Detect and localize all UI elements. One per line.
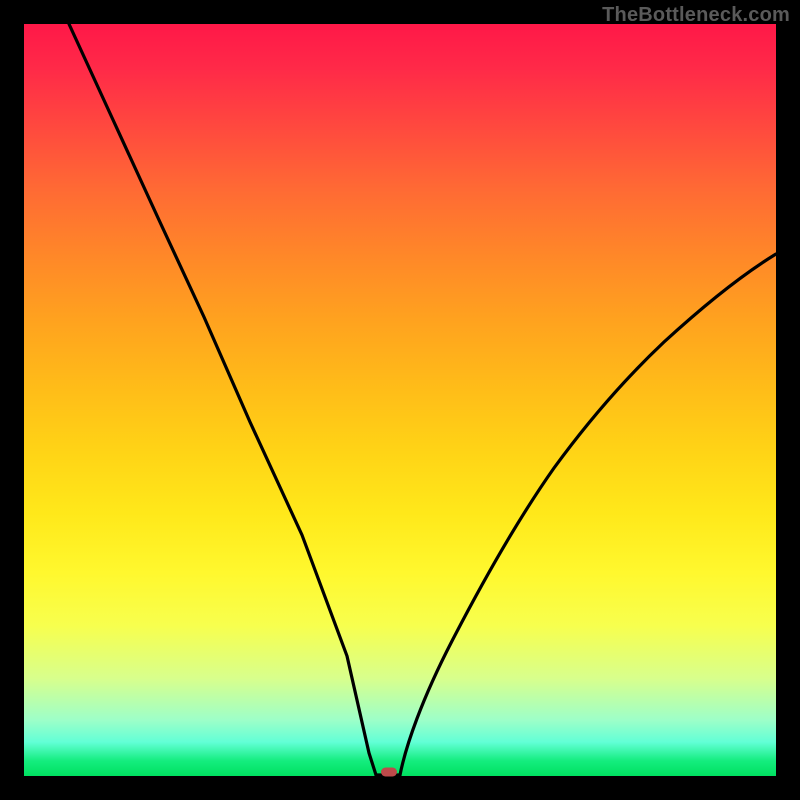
curve-left-branch [69,24,376,775]
chart-frame [24,24,776,776]
curve-right-branch [400,254,776,775]
chart-curve [24,24,776,776]
optimal-point-marker [381,768,397,777]
